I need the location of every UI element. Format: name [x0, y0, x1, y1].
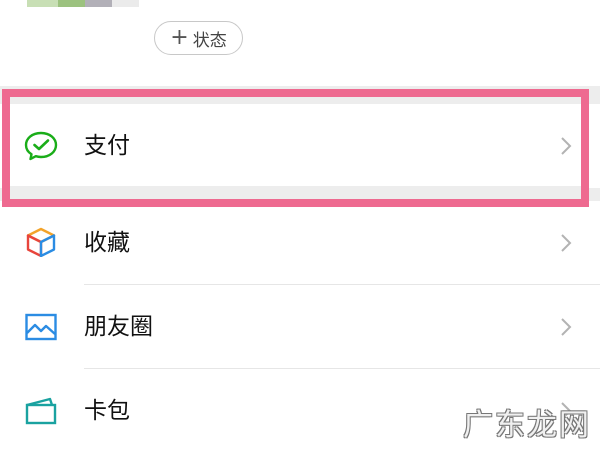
menu-item-moments[interactable]: 朋友圈	[0, 285, 600, 369]
avatar-strip-gray	[85, 0, 112, 7]
avatar-strip-light	[112, 0, 139, 7]
plus-icon: +	[170, 25, 189, 50]
add-status-button[interactable]: + 状态	[154, 21, 243, 55]
menu-item-label: 支付	[84, 133, 130, 159]
status-label: 状态	[192, 30, 227, 51]
menu-item-label: 卡包	[84, 398, 130, 424]
pay-icon	[24, 131, 58, 161]
avatar-strip-green-light	[27, 0, 58, 7]
favorites-cube-icon	[26, 227, 56, 257]
chevron-right-icon	[561, 137, 572, 155]
menu-item-pay[interactable]: 支付	[0, 104, 600, 188]
chevron-right-icon	[561, 234, 572, 252]
menu-item-label: 朋友圈	[84, 314, 153, 340]
card-wallet-icon	[25, 397, 57, 425]
section-gap	[10, 186, 581, 199]
profile-header: + 状态	[0, 0, 600, 86]
watermark: 广东龙网	[463, 408, 591, 443]
menu-item-label: 收藏	[84, 230, 130, 256]
menu-item-favorites[interactable]: 收藏	[0, 201, 600, 285]
avatar-strip-green	[58, 0, 85, 7]
moments-picture-icon	[25, 313, 57, 341]
chevron-right-icon	[561, 318, 572, 336]
